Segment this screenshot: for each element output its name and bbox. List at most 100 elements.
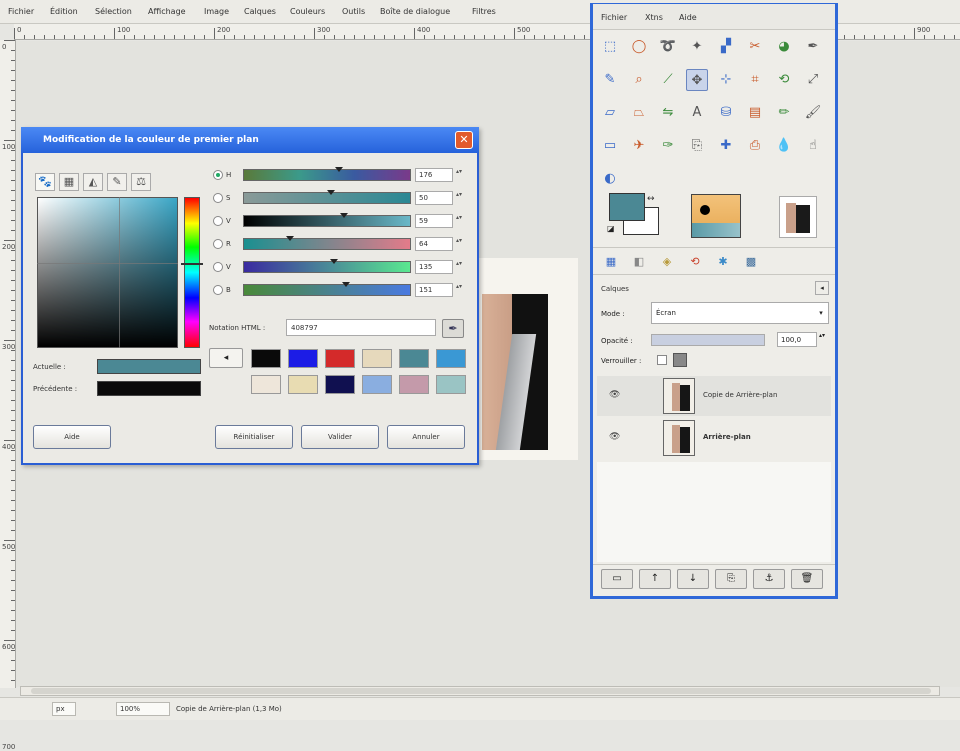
menu-filters[interactable]: Filtres — [472, 7, 496, 16]
toolbox-menu-xtns[interactable]: Xtns — [645, 13, 663, 22]
eraser-icon[interactable]: ▭ — [599, 135, 621, 157]
toolbox-menu-help[interactable]: Aide — [679, 13, 697, 22]
channel-radio[interactable] — [213, 262, 223, 272]
measure-icon[interactable]: ⟋ — [657, 69, 679, 91]
channel-slider[interactable] — [243, 236, 411, 250]
channel-slider[interactable] — [243, 167, 411, 181]
blur-icon[interactable]: 💧 — [773, 135, 795, 157]
duplicate-layer-icon[interactable]: ⎘ — [715, 569, 747, 589]
color-history-swatch[interactable] — [436, 349, 466, 368]
lower-layer-icon[interactable]: ↓ — [677, 569, 709, 589]
color-select-icon[interactable]: ▞ — [715, 36, 737, 58]
menu-file[interactable]: Fichier — [8, 7, 34, 16]
spin-arrows-icon[interactable]: ▴▾ — [455, 191, 463, 205]
foreground-select-icon[interactable]: ◕ — [773, 36, 795, 58]
unit-select[interactable]: px — [52, 702, 76, 716]
spin-arrows-icon[interactable]: ▴▾ — [455, 168, 463, 182]
scale-icon[interactable]: ⤢ — [802, 69, 824, 91]
perspective-clone-icon[interactable]: ⎙ — [744, 135, 766, 157]
cmyk-selector-icon[interactable]: ✎ — [107, 173, 127, 191]
spin-arrows-icon[interactable]: ▴▾ — [455, 283, 463, 297]
new-layer-icon[interactable]: ▭ — [601, 569, 633, 589]
channel-value-input[interactable]: 64 — [415, 237, 453, 251]
slider-thumb[interactable] — [330, 259, 339, 264]
anchor-layer-icon[interactable]: ⚓ — [753, 569, 785, 589]
saturation-value-square[interactable] — [37, 197, 178, 348]
foreground-color-swatch[interactable] — [609, 193, 645, 221]
paths-tab-icon[interactable]: ◈ — [657, 252, 677, 272]
channel-value-input[interactable]: 59 — [415, 214, 453, 228]
default-colors-icon[interactable]: ◪ — [607, 224, 615, 233]
channel-radio[interactable] — [213, 170, 223, 180]
heal-icon[interactable]: ✚ — [715, 135, 737, 157]
channel-slider[interactable] — [243, 282, 411, 296]
vertical-ruler[interactable]: 0 100 200 300 400 500 600 700 — [0, 40, 16, 751]
scissors-icon[interactable]: ✂ — [744, 36, 766, 58]
menu-edit[interactable]: Édition — [50, 7, 78, 16]
menu-image[interactable]: Image — [204, 7, 229, 16]
scrollbar-thumb[interactable] — [31, 688, 931, 694]
color-history-swatch[interactable] — [251, 349, 281, 368]
zoom-select[interactable]: 100% — [116, 702, 170, 716]
align-icon[interactable]: ⊹ — [715, 69, 737, 91]
hue-marker[interactable] — [181, 263, 203, 265]
slider-thumb[interactable] — [327, 190, 335, 195]
layer-name[interactable]: Copie de Arrière-plan — [703, 391, 777, 399]
close-icon[interactable]: ✕ — [455, 131, 473, 149]
raise-layer-icon[interactable]: ↑ — [639, 569, 671, 589]
undo-tab-icon[interactable]: ⟲ — [685, 252, 705, 272]
perspective-icon[interactable]: ⏢ — [628, 102, 650, 124]
color-history-swatch[interactable] — [288, 349, 318, 368]
pencil-icon[interactable]: ✏ — [773, 102, 795, 124]
layers-tab-icon[interactable]: ▦ — [601, 252, 621, 272]
triangle-selector-icon[interactable]: ◭ — [83, 173, 103, 191]
opacity-slider[interactable] — [651, 334, 765, 346]
paths-icon[interactable]: ✒ — [802, 36, 824, 58]
bucket-fill-icon[interactable]: ⛁ — [715, 102, 737, 124]
channel-value-input[interactable]: 135 — [415, 260, 453, 274]
smudge-icon[interactable]: ☝ — [802, 135, 824, 157]
color-history-swatch[interactable] — [399, 375, 429, 394]
flip-icon[interactable]: ⇋ — [657, 102, 679, 124]
slider-thumb[interactable] — [341, 282, 350, 287]
channel-slider[interactable] — [243, 259, 411, 273]
color-history-swatch[interactable] — [399, 349, 429, 368]
channel-radio[interactable] — [213, 239, 223, 249]
channel-value-input[interactable]: 151 — [415, 283, 453, 297]
channel-slider[interactable] — [243, 190, 411, 204]
swap-colors-icon[interactable]: ↔ — [647, 194, 655, 204]
blend-icon[interactable]: ▤ — [744, 102, 766, 124]
menu-tools[interactable]: Outils — [342, 7, 365, 16]
menu-select[interactable]: Sélection — [95, 7, 132, 16]
layer-row[interactable]: 👁 Copie de Arrière-plan — [597, 376, 831, 416]
channels-tab-icon[interactable]: ◧ — [629, 252, 649, 272]
spin-arrows-icon[interactable]: ▴▾ — [455, 214, 463, 228]
layer-row[interactable]: 👁 Arrière-plan — [597, 418, 831, 458]
eyedropper-icon[interactable]: ✒ — [442, 319, 464, 338]
color-picker-icon[interactable]: ✎ — [599, 69, 621, 91]
text-icon[interactable]: A — [686, 102, 708, 124]
watercolor-selector-icon[interactable]: ▦ — [59, 173, 79, 191]
brush-pattern-gradient-preview[interactable] — [691, 194, 741, 238]
color-history-swatch[interactable] — [362, 375, 392, 394]
color-history-swatch[interactable] — [325, 375, 355, 394]
opacity-spinner[interactable]: ▴▾ — [819, 332, 827, 339]
color-history-swatch[interactable] — [436, 375, 466, 394]
move-icon[interactable]: ✥ — [686, 69, 708, 91]
reset-button[interactable]: Réinitialiser — [215, 425, 293, 449]
lock-alpha-checkbox[interactable] — [657, 355, 667, 365]
spin-arrows-icon[interactable]: ▴▾ — [455, 237, 463, 251]
channel-value-input[interactable]: 50 — [415, 191, 453, 205]
menu-view[interactable]: Affichage — [148, 7, 186, 16]
help-button[interactable]: Aide — [33, 425, 111, 449]
fuzzy-select-icon[interactable]: ✦ — [686, 36, 708, 58]
scales-selector-icon[interactable]: ⚖ — [131, 173, 151, 191]
channel-slider[interactable] — [243, 213, 411, 227]
crop-icon[interactable]: ⌗ — [744, 69, 766, 91]
eye-icon[interactable]: 👁 — [609, 432, 620, 442]
hue-strip[interactable] — [184, 197, 200, 348]
slider-thumb[interactable] — [340, 213, 349, 218]
channel-radio[interactable] — [213, 193, 223, 203]
mode-select[interactable]: Écran — [651, 302, 829, 324]
spin-arrows-icon[interactable]: ▴▾ — [455, 260, 463, 274]
